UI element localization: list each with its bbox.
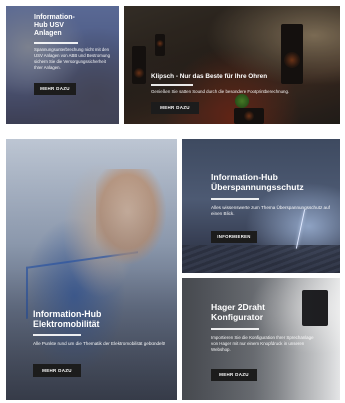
title-divider (34, 42, 78, 45)
tile-title-line: Hager 2Draht (211, 302, 265, 312)
title-divider (211, 197, 259, 200)
tile-hager-konfigurator[interactable]: Hager 2Draht Konfigurator Importieren Si… (182, 278, 340, 400)
tile-description: Alle Punkte rund um die Thematik der Ele… (33, 341, 166, 347)
tile-title-line: Elektromobilität (33, 319, 100, 330)
tile-title-line: Anlagen (34, 30, 62, 38)
tile-description: Spannungsunterbrechung nicht mit den USV… (34, 47, 110, 70)
tile-title: Information-Hub Elektromobilität (33, 309, 168, 329)
tile-description: Importieren Sie die Konfiguration Ihrer … (211, 334, 314, 352)
tile-title-line: Überspannungsschutz (211, 181, 304, 192)
tile-content: Hager 2Draht Konfigurator Importieren Si… (211, 302, 321, 381)
tile-klipsch[interactable]: Klipsch - Nur das Beste für Ihre Ohren G… (124, 6, 340, 124)
title-divider (151, 84, 193, 87)
tile-description: Genießen Sie satten Sound durch die beso… (151, 89, 290, 95)
tile-elektromobilitaet[interactable]: Information-Hub Elektromobilität Alle Pu… (6, 139, 177, 400)
more-button[interactable]: MEHR DAZU (211, 368, 257, 381)
tile-title: Klipsch - Nur das Beste für Ihre Ohren (151, 73, 268, 80)
tile-content: Information-Hub Überspannungsschutz Alle… (211, 172, 336, 244)
tile-title-line: Information-Hub (211, 172, 278, 182)
tile-title: Information- Hub USV Anlagen (34, 14, 114, 38)
roof-image (182, 245, 340, 273)
title-divider (211, 327, 259, 330)
tile-usv-anlagen[interactable]: Information- Hub USV Anlagen Spannungsun… (6, 6, 119, 124)
tile-ueberspannungsschutz[interactable]: Information-Hub Überspannungsschutz Alle… (182, 139, 340, 273)
title-divider (33, 334, 81, 337)
tile-title-line: Information- (34, 14, 75, 21)
more-button[interactable]: MEHR DAZU (33, 364, 81, 378)
tile-content: Klipsch - Nur das Beste für Ihre Ohren G… (151, 73, 336, 115)
more-button[interactable]: MEHR DAZU (34, 83, 76, 96)
tile-title-line: Hub USV (34, 22, 64, 30)
tile-description: Alles wissenswerte zum Thema Überspannun… (211, 204, 330, 216)
more-button[interactable]: MEHR DAZU (151, 102, 199, 115)
tile-content: Information-Hub Elektromobilität Alle Pu… (33, 309, 168, 378)
tile-title-line: Konfigurator (211, 311, 264, 322)
inform-button[interactable]: INFORMIEREN (211, 231, 257, 244)
tile-content: Information- Hub USV Anlagen Spannungsun… (34, 14, 114, 96)
tile-title-line: Information-Hub (33, 309, 102, 319)
tile-title: Hager 2Draht Konfigurator (211, 302, 321, 323)
tile-title: Information-Hub Überspannungsschutz (211, 172, 336, 193)
